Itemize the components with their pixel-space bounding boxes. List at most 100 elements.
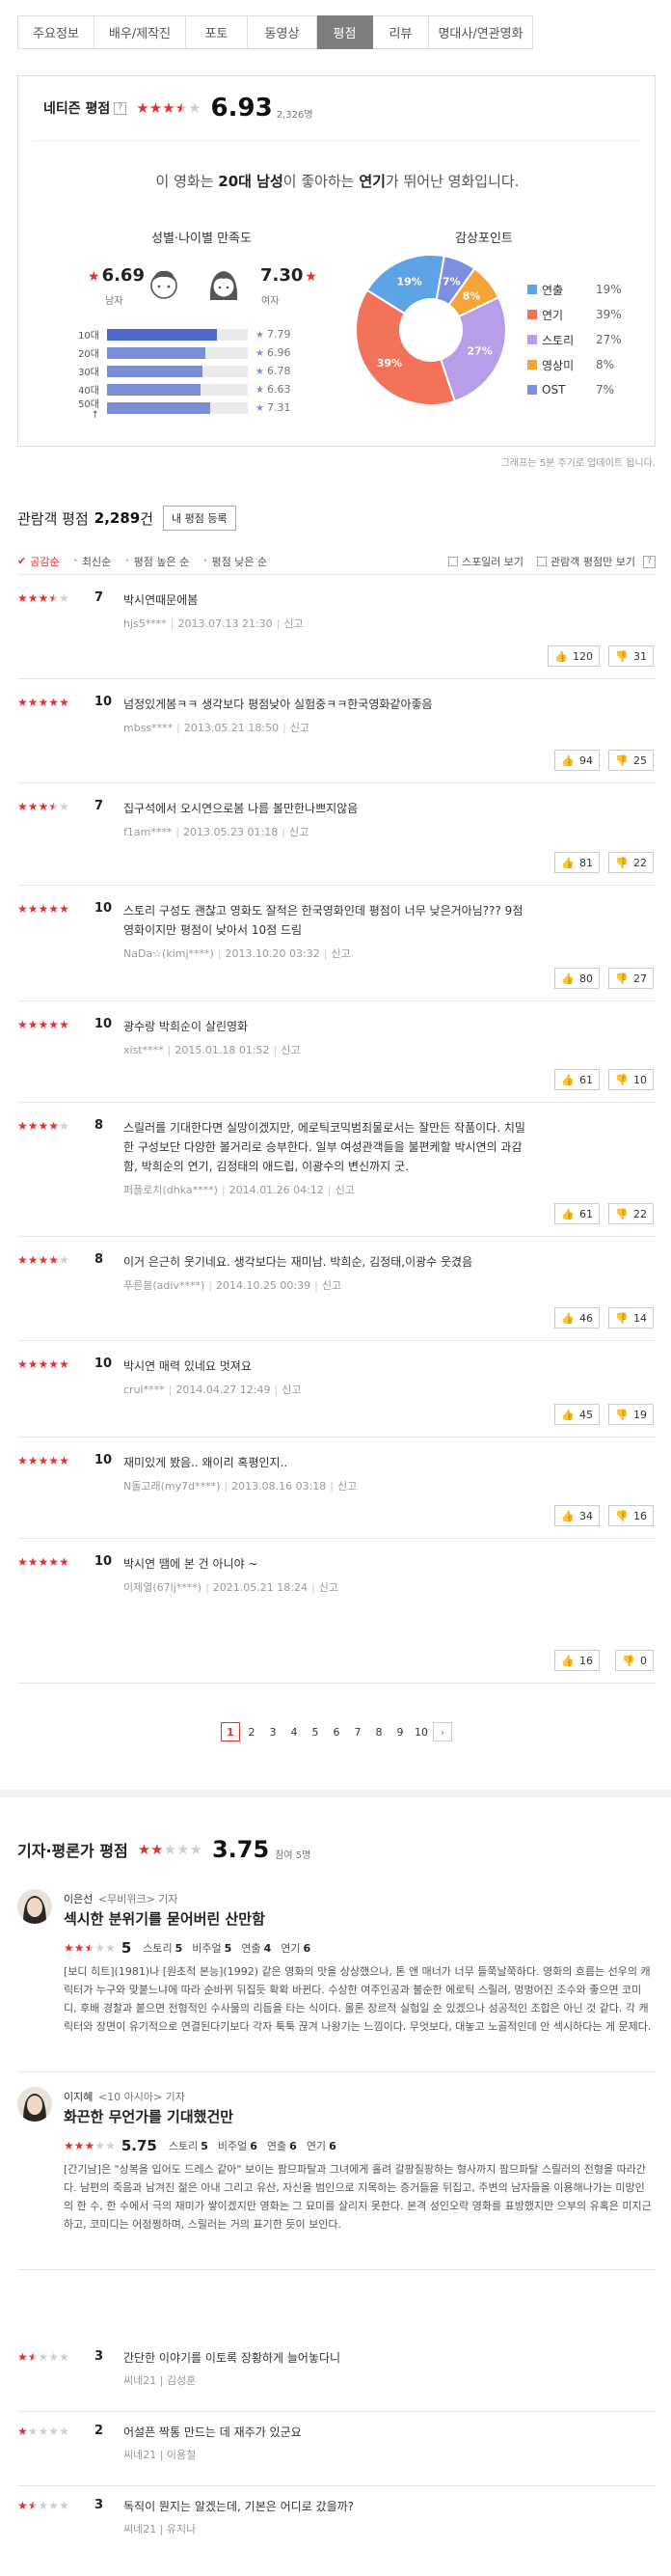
like-button[interactable]: 👍 34 bbox=[554, 1505, 600, 1526]
dislike-button[interactable]: 👎 31 bbox=[608, 645, 654, 667]
like-button[interactable]: 👍 46 bbox=[554, 1307, 600, 1329]
tab-4[interactable]: 평점 bbox=[317, 15, 373, 49]
page-link[interactable]: 5 bbox=[306, 1722, 325, 1741]
help-icon[interactable]: ? bbox=[643, 555, 656, 568]
sort-label: 공감순 bbox=[30, 555, 60, 568]
register-rating-button[interactable]: 내 평점 등록 bbox=[163, 506, 236, 531]
donut-label: 7% bbox=[443, 275, 461, 288]
dislike-button[interactable]: 👎 10 bbox=[608, 1069, 654, 1090]
page-link[interactable]: 9 bbox=[390, 1722, 410, 1741]
tab-5[interactable]: 리뷰 bbox=[373, 15, 429, 49]
star-icon: ★ bbox=[150, 1840, 164, 1858]
page-link[interactable]: 3 bbox=[263, 1722, 282, 1741]
star-icon: ★ bbox=[27, 2499, 39, 2512]
sort-option[interactable]: • 평점 낮은 순 bbox=[202, 554, 267, 569]
page-link[interactable]: 1 bbox=[221, 1722, 240, 1741]
blue-star-icon: ★ bbox=[255, 330, 264, 341]
next-page-button[interactable]: › bbox=[433, 1722, 452, 1741]
review-text: 박시연 매력 있네요 멋져요 bbox=[123, 1359, 252, 1373]
review-user[interactable]: 퍼플로치(dhka****) bbox=[123, 1184, 218, 1196]
review-user[interactable]: hjs5**** bbox=[123, 617, 167, 630]
star-icon: ★ bbox=[162, 98, 175, 117]
review-user[interactable]: 푸른봄(adiv****) bbox=[123, 1279, 204, 1292]
review-user[interactable]: crui**** bbox=[123, 1384, 165, 1396]
star-icon: ★ bbox=[17, 696, 28, 709]
review-user[interactable]: mbss**** bbox=[123, 722, 173, 734]
page-link[interactable]: 10 bbox=[412, 1722, 431, 1741]
spoiler-toggle[interactable]: 스포일러 보기 bbox=[447, 554, 523, 569]
report-link[interactable]: 신고 bbox=[322, 1279, 341, 1292]
dislike-button[interactable]: 👎 22 bbox=[608, 1203, 654, 1224]
review-user[interactable]: xist**** bbox=[123, 1044, 164, 1056]
thumb-up-icon: 👍 bbox=[561, 1311, 575, 1325]
dislike-button[interactable]: 👎 22 bbox=[608, 852, 654, 873]
review-user[interactable]: 이제열(67lj****) bbox=[123, 1581, 201, 1594]
donut-label: 39% bbox=[377, 357, 402, 370]
like-button[interactable]: 👍 61 bbox=[554, 1069, 600, 1090]
tab-2[interactable]: 포토 bbox=[186, 15, 248, 49]
dislike-button[interactable]: 👎 27 bbox=[608, 968, 654, 989]
dislike-button[interactable]: 👎 16 bbox=[608, 1505, 654, 1526]
report-link[interactable]: 신고 bbox=[290, 722, 309, 734]
critic-total: 5.75 bbox=[121, 2137, 157, 2154]
star-icon: ★ bbox=[59, 1357, 69, 1371]
sort-option[interactable]: • 평점 높은 순 bbox=[124, 554, 189, 569]
sub-score: 비주얼 6 bbox=[218, 2138, 257, 2153]
page-link[interactable]: 8 bbox=[369, 1722, 389, 1741]
like-button[interactable]: 👍 120 bbox=[548, 645, 600, 667]
report-link[interactable]: 신고 bbox=[336, 1184, 355, 1196]
page-link[interactable]: 6 bbox=[327, 1722, 346, 1741]
review-meta: N돌고래(my7d****) | 2013.08.16 03:18 | 신고 bbox=[123, 1478, 357, 1494]
section-divider bbox=[0, 1790, 671, 1797]
review-date: 2013.05.21 18:50 bbox=[183, 722, 280, 734]
help-icon[interactable]: ? bbox=[114, 101, 127, 115]
review-user[interactable]: NaDa☆(kimj****) bbox=[123, 947, 214, 960]
tab-3[interactable]: 동영상 bbox=[248, 15, 317, 49]
dislike-button[interactable]: 👎 0 bbox=[615, 1650, 654, 1671]
like-button[interactable]: 👍 61 bbox=[554, 1203, 600, 1224]
review-text: 박시연때문에봄 bbox=[123, 593, 199, 607]
like-button[interactable]: 👍 81 bbox=[554, 852, 600, 873]
star-icon: ★ bbox=[38, 1357, 49, 1371]
like-count: 45 bbox=[579, 1408, 593, 1421]
sub-score-value: 6 bbox=[329, 2140, 336, 2152]
dislike-button[interactable]: 👎 14 bbox=[608, 1307, 654, 1329]
report-link[interactable]: 신고 bbox=[331, 947, 350, 960]
sub-score: 연출 6 bbox=[267, 2138, 297, 2153]
report-link[interactable]: 신고 bbox=[337, 1480, 357, 1493]
sort-option[interactable]: • 최신순 bbox=[73, 554, 112, 569]
report-link[interactable]: 신고 bbox=[289, 826, 309, 838]
report-link[interactable]: 신고 bbox=[282, 1384, 301, 1396]
short-text: 간단한 이야기를 이토록 장황하게 늘어놓다니 bbox=[123, 2351, 341, 2365]
age-bar-fill bbox=[107, 383, 201, 396]
like-button[interactable]: 👍 94 bbox=[554, 750, 600, 771]
review-user[interactable]: N돌고래(my7d****) bbox=[123, 1480, 220, 1493]
star-icon: ★ bbox=[48, 2499, 60, 2512]
like-count: 120 bbox=[573, 649, 593, 663]
tab-6[interactable]: 명대사/연관영화 bbox=[429, 15, 533, 49]
short-author: 씨네21 | 이용철 bbox=[123, 2449, 197, 2461]
like-button[interactable]: 👍 80 bbox=[554, 968, 600, 989]
audience-only-toggle[interactable]: 관람객 평점만 보기 bbox=[537, 554, 635, 569]
star-icon: ★ bbox=[48, 1555, 60, 1569]
short-score: 3 bbox=[94, 2498, 104, 2512]
like-button[interactable]: 👍 16 bbox=[554, 1650, 600, 1671]
donut-label: 19% bbox=[397, 276, 422, 288]
review-user[interactable]: f1am**** bbox=[123, 826, 172, 838]
review-text: 재미있게 봤음.. 왜이리 혹평인지.. bbox=[123, 1456, 288, 1469]
tab-1[interactable]: 배우/제작진 bbox=[94, 15, 186, 49]
dislike-button[interactable]: 👎 25 bbox=[608, 750, 654, 771]
report-link[interactable]: 신고 bbox=[319, 1581, 338, 1594]
page-link[interactable]: 4 bbox=[284, 1722, 304, 1741]
like-button[interactable]: 👍 45 bbox=[554, 1404, 600, 1425]
report-link[interactable]: 신고 bbox=[281, 1044, 300, 1056]
report-link[interactable]: 신고 bbox=[283, 617, 303, 630]
sort-option[interactable]: ✔ 공감순 bbox=[17, 554, 60, 569]
star-icon: ★ bbox=[59, 1018, 69, 1031]
page-link[interactable]: 7 bbox=[348, 1722, 367, 1741]
page-link[interactable]: 2 bbox=[242, 1722, 261, 1741]
review-stars: ★ ★ ★ ★ ★ bbox=[17, 903, 69, 915]
dislike-button[interactable]: 👎 19 bbox=[608, 1404, 654, 1425]
tab-0[interactable]: 주요정보 bbox=[17, 15, 94, 49]
age-label: 50대↑ bbox=[78, 398, 99, 421]
